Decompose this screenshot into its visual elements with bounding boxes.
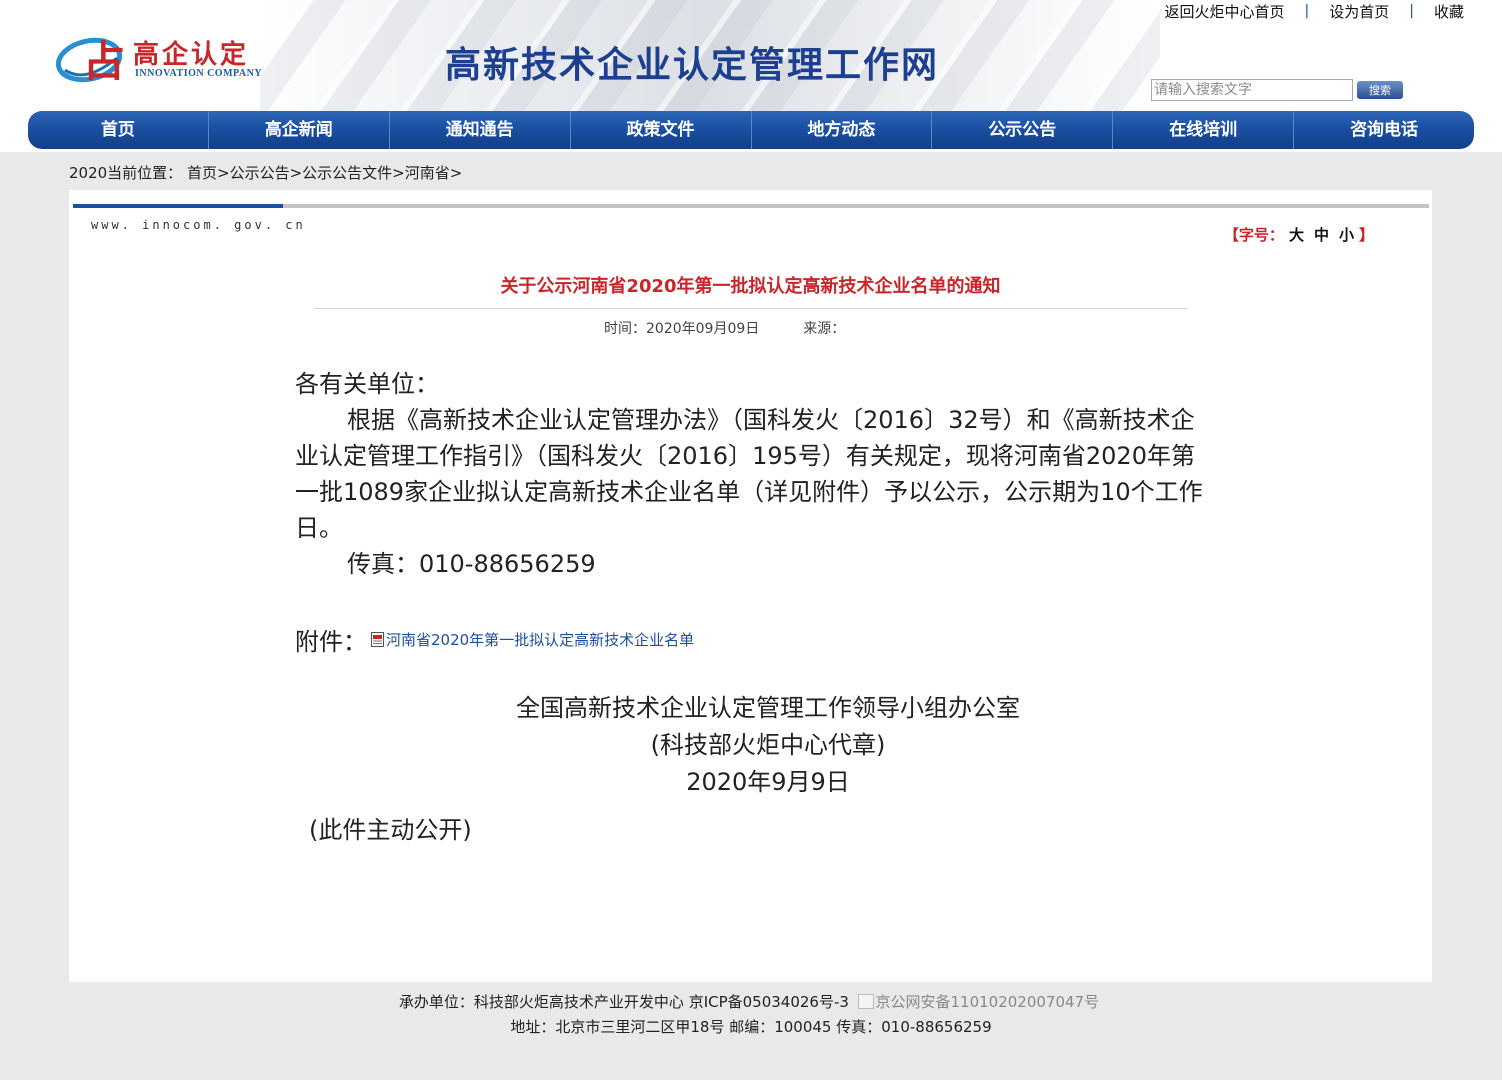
signature-date: 2020年9月9日	[686, 768, 850, 796]
search-bar: 搜索	[1151, 79, 1403, 101]
site-logo[interactable]: 占 高企认定 INNOVATION COMPANY	[55, 28, 295, 92]
logo-english-text: INNOVATION COMPANY	[135, 68, 263, 79]
separator: |	[1304, 3, 1310, 19]
footer-address: 地址：北京市三里河二区甲18号 邮编：100045 传真：010-8865625…	[510, 1018, 992, 1036]
article-body: 各有关单位： 根据《高新技术企业认定管理办法》（国科发火〔2016〕32号）和《…	[295, 366, 1215, 582]
signature-seal: (科技部火炬中心代章)	[650, 731, 886, 759]
attachment-row: 附件： 河南省2020年第一批拟认定高新技术企业名单	[295, 622, 694, 657]
search-input[interactable]	[1151, 79, 1353, 101]
signature-block: 全国高新技术企业认定管理工作领导小组办公室 (科技部火炬中心代章) 2020年9…	[69, 690, 1432, 801]
nav-item-news[interactable]: 高企新闻	[209, 111, 390, 149]
top-links: 返回火炬中心首页 | 设为首页 | 收藏	[1165, 0, 1464, 22]
font-size-switcher: 【字号： 大中小】	[1224, 224, 1374, 245]
nav-item-policies[interactable]: 政策文件	[571, 111, 752, 149]
site-header: 占 高企认定 INNOVATION COMPANY 高新技术企业认定管理工作网 …	[0, 0, 1502, 152]
separator: |	[1409, 3, 1414, 19]
footer-host: 承办单位：科技部火炬高技术产业开发中心	[398, 993, 684, 1011]
search-button[interactable]: 搜索	[1357, 81, 1403, 99]
font-size-small[interactable]: 小	[1339, 226, 1354, 244]
font-size-large[interactable]: 大	[1289, 226, 1304, 244]
bookmark-link[interactable]: 收藏	[1434, 1, 1464, 22]
publish-date: 2020年09月09日	[646, 321, 760, 337]
set-homepage-link[interactable]: 设为首页	[1329, 1, 1389, 22]
nav-item-home[interactable]: 首页	[28, 111, 209, 149]
time-label: 时间：	[604, 321, 646, 337]
footer-icp[interactable]: 京ICP备05034026号-3	[689, 993, 849, 1011]
article-title: 关于公示河南省2020年第一批拟认定高新技术企业名单的通知	[500, 276, 1001, 297]
site-footer: 承办单位：科技部火炬高技术产业开发中心 京ICP备05034026号-3 京公网…	[0, 990, 1502, 1040]
body-paragraph: 根据《高新技术企业认定管理办法》（国科发火〔2016〕32号）和《高新技术企业认…	[295, 406, 1203, 542]
attachment-label: 附件：	[295, 628, 367, 656]
site-title: 高新技术企业认定管理工作网	[445, 44, 940, 86]
footer-police-record[interactable]: 京公网安备11010202007047号	[875, 993, 1099, 1011]
breadcrumb-announcements[interactable]: 公示公告	[230, 164, 290, 182]
font-size-end: 】	[1358, 226, 1374, 244]
panel-top-rule	[73, 204, 1429, 208]
breadcrumb-announcement-files[interactable]: 公示公告文件	[302, 164, 392, 182]
back-to-torch-home-link[interactable]: 返回火炬中心首页	[1165, 1, 1285, 22]
article-panel: www. innocom. gov. cn 【字号： 大中小】 关于公示河南省20…	[69, 190, 1432, 982]
attachment-link[interactable]: 河南省2020年第一批拟认定高新技术企业名单	[367, 629, 694, 650]
fax-line: 传真：010-88656259	[347, 550, 596, 578]
site-url: www. innocom. gov. cn	[91, 218, 306, 232]
main-nav: 首页 高企新闻 通知通告 政策文件 地方动态 公示公告 在线培训 咨询电话	[28, 111, 1474, 149]
title-divider	[314, 308, 1188, 309]
pdf-file-icon	[371, 632, 384, 647]
nav-item-announcements[interactable]: 公示公告	[932, 111, 1114, 149]
signature-org: 全国高新技术企业认定管理工作领导小组办公室	[516, 694, 1020, 722]
nav-item-hotline[interactable]: 咨询电话	[1294, 111, 1474, 149]
breadcrumb-prefix: 2020当前位置：	[69, 164, 183, 182]
source-label: 来源：	[803, 321, 846, 337]
nav-item-local-news[interactable]: 地方动态	[752, 111, 933, 149]
nav-item-notices[interactable]: 通知通告	[390, 111, 571, 149]
logo-swoosh-icon: 占	[55, 37, 125, 86]
svg-text:占: 占	[83, 37, 125, 86]
salutation: 各有关单位：	[295, 370, 439, 398]
article-meta: 时间：2020年09月09日 来源：	[604, 318, 845, 338]
disclosure-note: (此件主动公开)	[309, 816, 472, 844]
font-size-label: 【字号：	[1223, 226, 1284, 244]
breadcrumb: 2020当前位置： 首页>公示公告>公示公告文件>河南省>	[69, 164, 463, 182]
breadcrumb-home[interactable]: 首页	[187, 164, 217, 182]
breadcrumb-henan[interactable]: 河南省	[405, 164, 450, 182]
logo-chinese-text: 高企认定	[133, 40, 250, 70]
broken-image-icon	[858, 994, 875, 1009]
attachment-link-text: 河南省2020年第一批拟认定高新技术企业名单	[386, 631, 695, 649]
nav-item-online-training[interactable]: 在线培训	[1113, 111, 1295, 149]
font-size-medium[interactable]: 中	[1314, 226, 1329, 244]
